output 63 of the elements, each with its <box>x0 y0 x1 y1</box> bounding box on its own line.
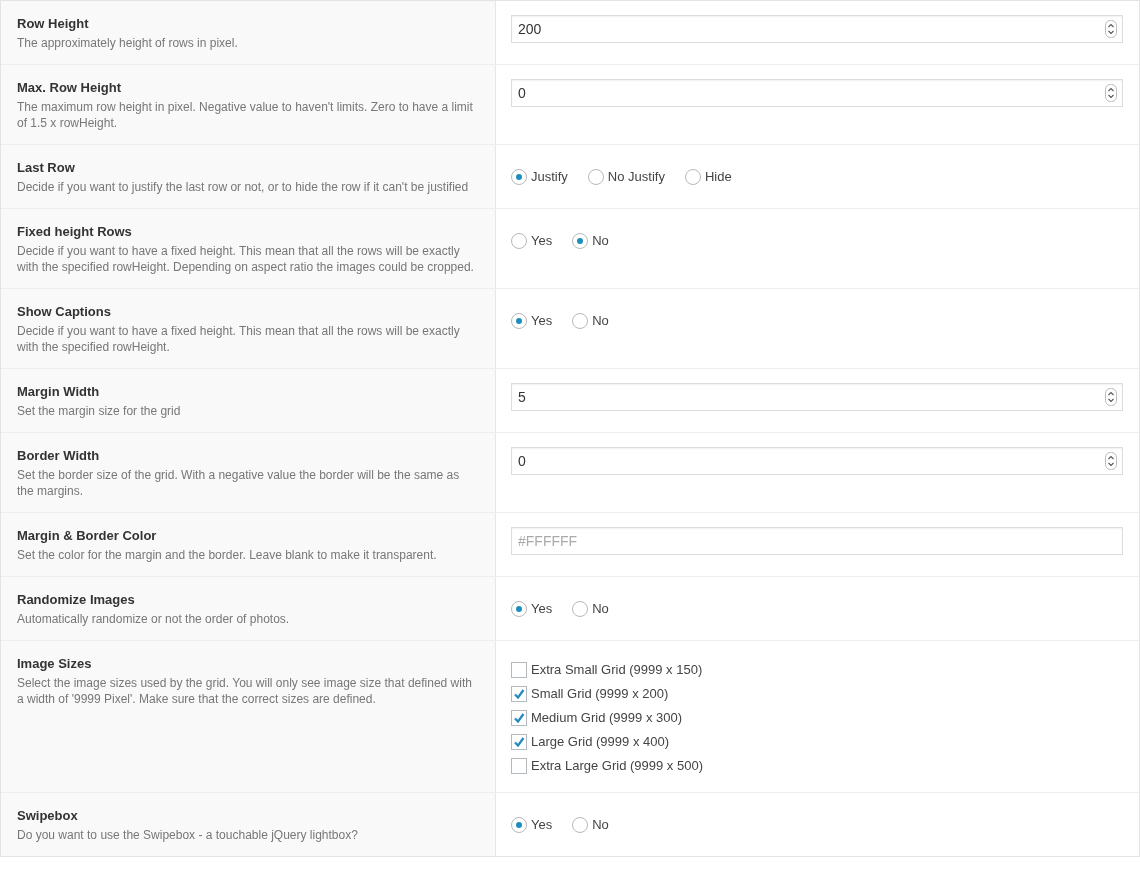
radio-label[interactable]: No <box>592 233 609 249</box>
radio-label[interactable]: Yes <box>531 817 553 833</box>
radio-label[interactable]: Yes <box>531 313 553 329</box>
setting-description: Decide if you want to have a fixed height. This mean that all the rows will be exactly with the specified rowHeight. <box>17 323 461 355</box>
color-input-field[interactable]: #FFFFFF <box>511 527 1123 555</box>
number-input-field[interactable]: 200 <box>511 15 1123 43</box>
setting-description: Decide if you want to have a fixed height. This mean that all the rows will be exactly with the specified rowHeight. Depending on aspect ratio the images could be cropped. <box>17 243 475 275</box>
setting-description: Set the border size of the grid. With a negative value the border will be the same as the margins. <box>17 467 461 499</box>
setting-title: Max. Row Height <box>17 79 122 97</box>
radio-label[interactable]: Hide <box>704 169 732 185</box>
setting-title: Last Row <box>17 159 76 177</box>
number-input-field[interactable]: 0 <box>511 447 1123 475</box>
radio-label[interactable]: Yes <box>531 233 553 249</box>
checkbox[interactable] <box>511 758 527 774</box>
radio-button[interactable] <box>511 169 527 185</box>
radio-button[interactable] <box>511 233 527 249</box>
setting-title: Show Captions <box>17 303 112 321</box>
setting-description: Decide if you want to justify the last row or not, or to hide the row if it can't be justified <box>17 179 470 195</box>
radio-button[interactable] <box>572 233 589 249</box>
checkbox-label[interactable]: Medium Grid (9999 x 300) <box>531 710 682 726</box>
checkbox-label[interactable]: Extra Large Grid (9999 x 500) <box>531 758 703 774</box>
radio-label[interactable]: No <box>592 313 609 329</box>
radio-label[interactable]: No <box>592 817 609 833</box>
radio-button[interactable] <box>587 169 604 185</box>
checkbox[interactable] <box>511 734 527 750</box>
setting-title: Margin & Border Color <box>17 527 158 545</box>
setting-title: Fixed height Rows <box>17 223 133 241</box>
checkbox-label[interactable]: Extra Small Grid (9999 x 150) <box>531 662 703 678</box>
setting-description: The maximum row height in pixel. Negative value to haven't limits. Zero to have a limit of 1.5 x rowHeight. <box>17 99 474 131</box>
checkbox[interactable] <box>511 686 527 702</box>
setting-title: Image Sizes <box>17 655 93 673</box>
radio-label[interactable]: Justify <box>531 169 568 185</box>
checkbox-label[interactable]: Large Grid (9999 x 400) <box>531 734 670 750</box>
spinner-icon[interactable] <box>1105 84 1117 102</box>
radio-button[interactable] <box>684 169 701 185</box>
number-input-field[interactable]: 5 <box>511 383 1123 411</box>
setting-description: Do you want to use the Swipebox - a touchable jQuery lightbox? <box>17 827 359 843</box>
setting-description: Select the image sizes used by the grid. You will only see image size that defined with a width of '9999 Pixel'. Make sure that the correct sizes are defined. <box>17 675 473 707</box>
radio-button[interactable] <box>572 817 589 833</box>
setting-description: Automatically randomize or not the order of photos. <box>17 611 291 627</box>
radio-button[interactable] <box>511 601 527 617</box>
setting-description: Set the color for the margin and the border. Leave blank to make it transparent. <box>17 547 438 563</box>
setting-title: Row Height <box>17 15 90 33</box>
checkbox-label[interactable]: Small Grid (9999 x 200) <box>531 686 669 702</box>
setting-title: Border Width <box>17 447 101 465</box>
number-input-field[interactable]: 0 <box>511 79 1123 107</box>
radio-button[interactable] <box>572 313 589 329</box>
checkbox[interactable] <box>511 662 527 678</box>
setting-description: The approximately height of rows in pixel. <box>17 35 239 51</box>
radio-label[interactable]: Yes <box>531 601 553 617</box>
radio-label[interactable]: No Justify <box>607 169 665 185</box>
spinner-icon[interactable] <box>1105 20 1117 38</box>
radio-button[interactable] <box>511 817 527 833</box>
radio-button[interactable] <box>511 313 527 329</box>
checkbox[interactable] <box>511 710 527 726</box>
spinner-icon[interactable] <box>1105 388 1117 406</box>
spinner-icon[interactable] <box>1105 452 1117 470</box>
radio-button[interactable] <box>572 601 589 617</box>
setting-description: Set the margin size for the grid <box>17 403 182 419</box>
setting-title: Randomize Images <box>17 591 136 609</box>
setting-title: Swipebox <box>17 807 79 825</box>
setting-title: Margin Width <box>17 383 101 401</box>
radio-label[interactable]: No <box>592 601 609 617</box>
